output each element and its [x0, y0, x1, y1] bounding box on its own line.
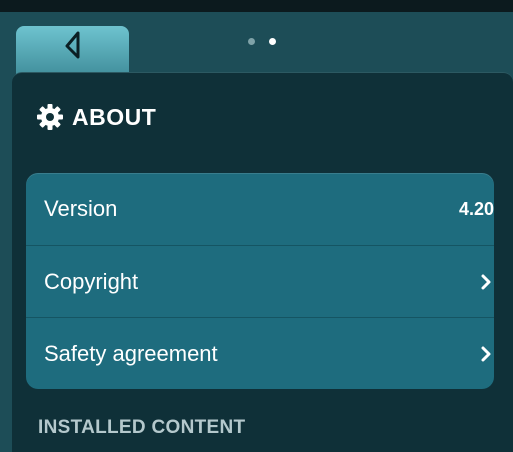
list-item-label: Copyright — [44, 268, 139, 294]
about-panel: ABOUT Version 4.20 Copyright Safety agre… — [12, 72, 513, 452]
chevron-right-icon — [481, 346, 491, 361]
list-item-safety-agreement[interactable]: Safety agreement — [26, 317, 494, 389]
list-item-copyright[interactable]: Copyright — [26, 245, 494, 317]
list-item-label: Safety agreement — [44, 340, 218, 366]
back-arrow-icon — [65, 31, 79, 59]
version-value: 4.20 — [458, 198, 494, 219]
top-bar — [0, 0, 513, 12]
list-item-label: Version — [44, 196, 118, 221]
page-title: ABOUT — [72, 103, 157, 130]
panel-header: ABOUT — [36, 103, 156, 131]
about-list: Version 4.20 Copyright Safety agreement — [26, 173, 494, 389]
back-button[interactable] — [16, 26, 129, 78]
page-dot-active — [269, 38, 276, 45]
list-item-version: Version 4.20 — [26, 173, 494, 245]
chevron-right-icon — [481, 274, 491, 289]
page-indicator — [248, 38, 276, 45]
gear-icon — [37, 104, 63, 130]
page-dot — [248, 38, 255, 45]
section-heading-installed-content: INSTALLED CONTENT — [38, 417, 246, 438]
